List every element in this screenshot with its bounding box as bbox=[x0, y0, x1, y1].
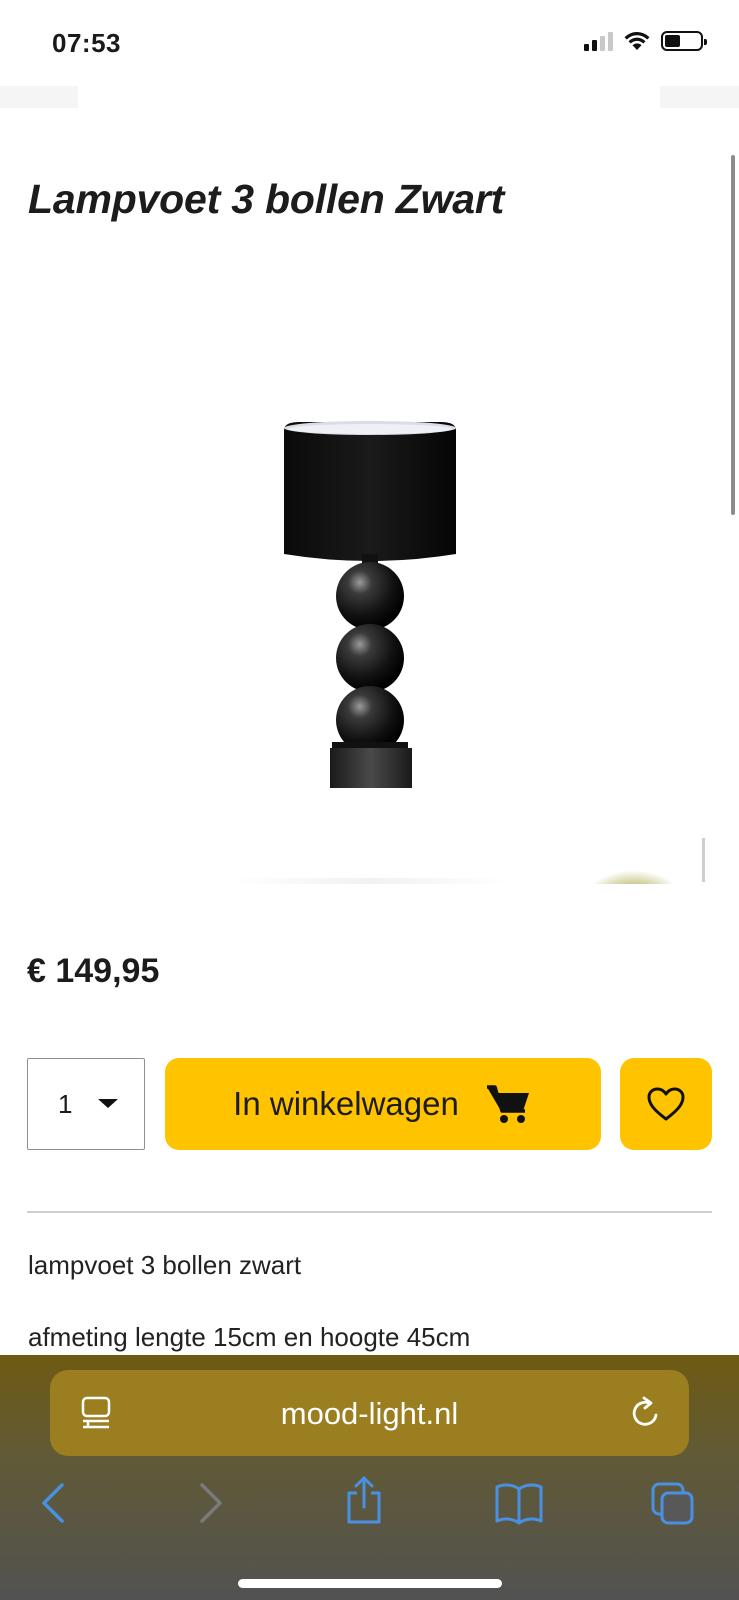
lamp-image bbox=[284, 421, 456, 788]
back-icon[interactable] bbox=[38, 1481, 68, 1525]
top-strip-left bbox=[0, 86, 78, 108]
url-text: mood-light.nl bbox=[280, 1396, 459, 1431]
forward-icon[interactable] bbox=[196, 1481, 226, 1525]
gallery-thumbnail-peek[interactable] bbox=[584, 870, 684, 884]
description-line: afmeting lengte 15cm en hoogte 45cm bbox=[28, 1322, 471, 1352]
page-scrollbar[interactable] bbox=[731, 155, 735, 515]
reload-icon[interactable] bbox=[629, 1395, 663, 1431]
status-time: 07:53 bbox=[52, 28, 121, 58]
bookmarks-icon[interactable] bbox=[494, 1481, 544, 1525]
product-image[interactable] bbox=[280, 418, 460, 790]
caret-down-icon bbox=[98, 1099, 118, 1108]
section-divider bbox=[27, 1211, 712, 1213]
wishlist-button[interactable] bbox=[620, 1058, 712, 1150]
add-to-cart-label: In winkelwagen bbox=[233, 1085, 459, 1122]
status-icons bbox=[584, 30, 707, 52]
product-title: Lampvoet 3 bollen Zwart bbox=[28, 176, 505, 222]
gallery-scroll-indicator bbox=[702, 838, 705, 882]
browser-toolbar: mood-light.nl bbox=[0, 1355, 739, 1600]
tabs-icon[interactable] bbox=[650, 1481, 696, 1527]
description-line: lampvoet 3 bollen zwart bbox=[28, 1250, 302, 1280]
status-bar: 07:53 bbox=[0, 0, 739, 86]
cellular-signal-icon bbox=[584, 31, 613, 51]
heart-icon bbox=[647, 1087, 685, 1121]
quantity-select[interactable]: 1 bbox=[27, 1058, 145, 1150]
wifi-icon bbox=[624, 31, 650, 50]
shopping-cart-icon bbox=[486, 1085, 529, 1123]
address-bar[interactable]: mood-light.nl bbox=[50, 1370, 689, 1456]
home-indicator[interactable] bbox=[238, 1579, 502, 1588]
share-icon[interactable] bbox=[344, 1475, 384, 1525]
browser-nav bbox=[0, 1473, 739, 1539]
gallery-fade bbox=[230, 878, 510, 884]
add-to-cart-button[interactable]: In winkelwagen bbox=[165, 1058, 601, 1150]
product-price: € 149,95 bbox=[27, 952, 160, 990]
battery-icon bbox=[661, 31, 707, 51]
quantity-value: 1 bbox=[58, 1089, 73, 1119]
top-strip-right bbox=[660, 86, 739, 108]
